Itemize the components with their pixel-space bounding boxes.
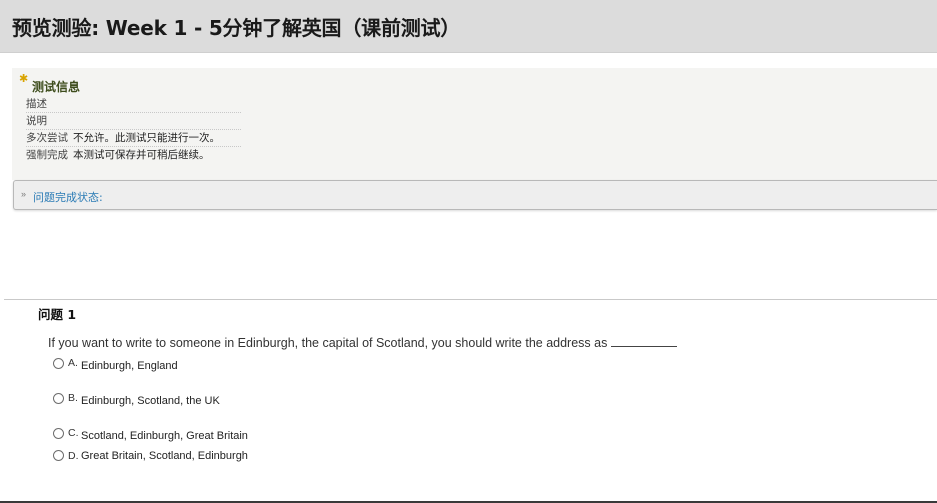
page-header: 预览测验: Week 1 - 5分钟了解英国（课前测试）	[0, 0, 937, 53]
info-row-multiple-attempts: 多次尝试 不允许。此测试只能进行一次。	[26, 130, 241, 147]
question-divider	[4, 299, 937, 300]
option-text: Scotland, Edinburgh, Great Britain	[81, 430, 248, 442]
question-prompt: If you want to write to someone in Edinb…	[48, 336, 608, 350]
info-row-label: 说明	[26, 115, 47, 127]
option-letter: B.	[68, 392, 78, 404]
page-title: 预览测验: Week 1 - 5分钟了解英国（课前测试）	[12, 16, 461, 40]
info-row-label: 强制完成	[26, 149, 68, 161]
option-letter: D.	[68, 450, 79, 462]
option-a-radio[interactable]	[53, 358, 64, 369]
info-row-instructions: 说明	[26, 113, 241, 130]
info-row-label: 描述	[26, 98, 47, 110]
question-text: If you want to write to someone in Edinb…	[48, 336, 677, 350]
star-icon: ✱	[19, 73, 29, 85]
question-completion-status-label[interactable]: 问题完成状态:	[33, 189, 103, 205]
option-c-radio[interactable]	[53, 428, 64, 439]
option-letter: A.	[68, 357, 78, 369]
option-text: Great Britain, Scotland, Edinburgh	[81, 450, 248, 462]
option-text: Edinburgh, Scotland, the UK	[81, 395, 220, 407]
option-letter: C.	[68, 427, 79, 439]
info-row-label: 多次尝试	[26, 132, 68, 144]
option-text: Edinburgh, England	[81, 360, 178, 372]
chevron-down-icon: »	[21, 189, 27, 199]
info-row-value: 本测试可保存并可稍后继续。	[73, 149, 210, 161]
test-info-panel: ✱ 测试信息 描述 说明 多次尝试 不允许。此测试只能进行一次。 强制完成 本测试可…	[12, 68, 937, 180]
question-title: 问题 1	[38, 307, 77, 322]
test-info-rows: 描述 说明 多次尝试 不允许。此测试只能进行一次。 强制完成 本测试可保存并可稍后继…	[26, 96, 241, 163]
info-row-description: 描述	[26, 96, 241, 113]
info-row-force-completion: 强制完成 本测试可保存并可稍后继续。	[26, 147, 241, 163]
question-completion-status-toggle[interactable]: » 问题完成状态:	[13, 180, 937, 210]
option-d-radio[interactable]	[53, 450, 64, 461]
test-info-title: 测试信息	[32, 80, 81, 94]
option-b-radio[interactable]	[53, 393, 64, 404]
info-row-value: 不允许。此测试只能进行一次。	[73, 132, 220, 144]
answer-blank	[610, 336, 677, 347]
